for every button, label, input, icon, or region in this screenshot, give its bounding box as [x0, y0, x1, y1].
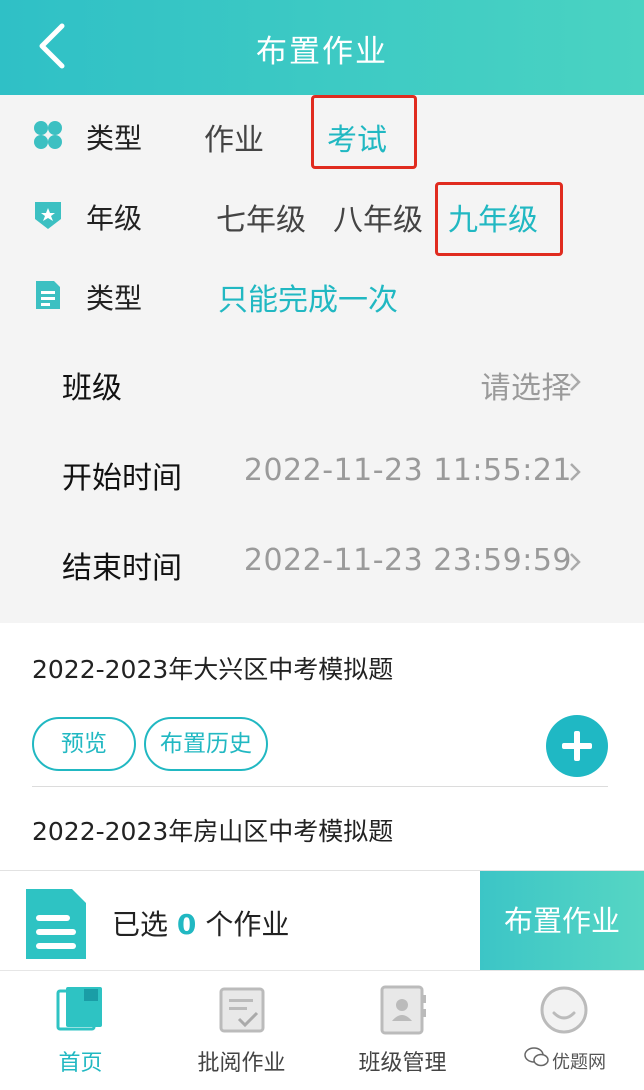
tab-label: 首页 — [58, 1051, 103, 1076]
smiley-icon — [540, 986, 588, 1034]
completion-type-value[interactable]: 只能完成一次 — [218, 275, 398, 319]
start-time-value[interactable]: 2022-11-23 11:55:21 — [244, 453, 572, 488]
grade-option-7[interactable]: 七年级 — [216, 195, 306, 239]
document-icon — [36, 281, 60, 309]
selection-bar: 已选 0 个作业 布置作业 — [0, 870, 644, 971]
shield-badge-icon — [35, 202, 61, 229]
selected-prefix: 已选 — [112, 908, 169, 941]
type-option-homework[interactable]: 作业 — [204, 115, 264, 159]
selected-suffix: 个作业 — [205, 908, 290, 941]
end-time-value[interactable]: 2022-11-23 23:59:59 — [244, 543, 572, 578]
highlight-box — [435, 182, 563, 256]
class-label: 班级 — [62, 371, 122, 406]
clover-icon — [34, 121, 62, 149]
selected-count-text: 已选 0 个作业 — [112, 903, 289, 943]
tab-home[interactable]: 首页 — [0, 971, 161, 1090]
tab-grading[interactable]: 批阅作业 — [161, 971, 322, 1090]
chevron-right-icon — [570, 373, 581, 391]
chevron-right-icon — [570, 463, 581, 481]
wechat-icon — [524, 1047, 549, 1067]
grade-option-8[interactable]: 八年级 — [333, 195, 423, 239]
class-select[interactable]: 请选择 — [481, 363, 573, 407]
plus-icon — [562, 731, 592, 761]
page-title: 布置作业 — [256, 34, 388, 70]
assign-history-button[interactable]: 布置历史 — [144, 717, 268, 771]
divider — [32, 786, 608, 787]
tab-class-management[interactable]: 班级管理 — [322, 971, 483, 1090]
preview-button[interactable]: 预览 — [32, 717, 136, 771]
highlight-box — [311, 95, 417, 169]
bottom-tab-bar: 首页 批阅作业 班级管理 — [0, 970, 644, 1090]
assign-homework-button[interactable]: 布置作业 — [480, 871, 644, 971]
chevron-right-icon — [570, 553, 581, 571]
end-time-label: 结束时间 — [62, 551, 182, 586]
watermark-text: 优题网 — [552, 1052, 606, 1073]
selected-count: 0 — [176, 908, 197, 941]
assignment-settings-panel: 类型 作业 考试 年级 七年级 八年级 九年级 类型 只能完成一次 班级 请选择… — [0, 95, 644, 623]
grading-icon — [219, 987, 265, 1033]
type-label: 类型 — [86, 122, 143, 155]
tab-label: 批阅作业 — [197, 1051, 286, 1076]
completion-type-label: 类型 — [86, 282, 143, 315]
start-time-label: 开始时间 — [62, 461, 182, 496]
document-icon — [26, 889, 86, 959]
home-icon — [56, 987, 102, 1031]
grade-label: 年级 — [86, 202, 143, 235]
top-nav-bar: 布置作业 — [0, 0, 644, 95]
paper-title[interactable]: 2022-2023年大兴区中考模拟题 — [32, 650, 393, 686]
tab-label: 班级管理 — [358, 1051, 447, 1076]
class-contacts-icon — [380, 985, 426, 1035]
add-button[interactable] — [546, 715, 608, 777]
paper-title[interactable]: 2022-2023年房山区中考模拟题 — [32, 812, 393, 848]
